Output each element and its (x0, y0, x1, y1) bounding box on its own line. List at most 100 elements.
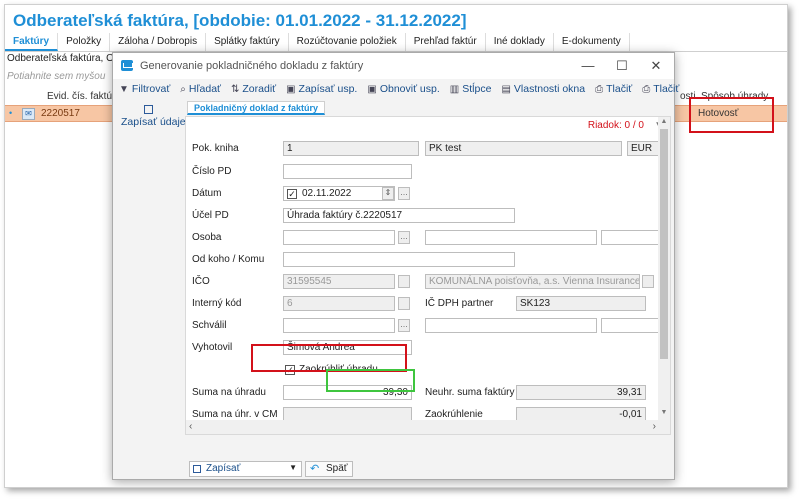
row-doc-icon[interactable]: ✉ (22, 108, 35, 120)
back-arrow-icon: ↶ (310, 463, 320, 475)
datum-spinner-icon[interactable]: ⇕ (382, 187, 394, 200)
interny-kod-button[interactable] (398, 297, 410, 310)
print-button-2[interactable]: ⎙ Tlačiť (642, 83, 679, 95)
cislo-pd-label: Číslo PD (192, 166, 232, 177)
tab-polozky[interactable]: Položky (58, 33, 111, 51)
row-invoice-number: 2220517 (41, 108, 80, 119)
search-icon: ⌕ (180, 83, 186, 95)
maximize-icon[interactable]: ☐ (607, 56, 637, 76)
save-action-select[interactable]: Zapísať ▼ (189, 461, 302, 477)
pok-kniha-field[interactable]: 1 (283, 141, 419, 156)
amount-highlight-box (326, 369, 415, 392)
close-icon[interactable]: ✕ (641, 56, 671, 76)
back-button[interactable]: ↶ Späť (305, 461, 353, 477)
datum-field[interactable]: ✓ 02.11.2022 (283, 186, 395, 201)
tab-zaloha-dobropis[interactable]: Záloha / Dobropis (110, 33, 207, 51)
print-button[interactable]: ⎙ Tlačiť (595, 83, 632, 95)
floppy-disk-icon (193, 465, 201, 473)
scroll-left-icon[interactable]: ‹ (189, 421, 192, 432)
schvalil-lookup-button[interactable]: … (398, 319, 410, 332)
datum-label: Dátum (192, 188, 222, 199)
minimize-icon[interactable]: — (573, 56, 603, 76)
ico-partner-button[interactable] (642, 275, 654, 288)
ico-lookup-button[interactable] (398, 275, 410, 288)
horizontal-scrollbar[interactable]: ‹ › (186, 420, 670, 434)
print-icon: ⎙ (595, 83, 604, 95)
payment-highlight-box (689, 97, 774, 133)
ico-partner-name: KOMUNÁLNA poisťovňa, a.s. Vienna Insuran… (425, 274, 640, 289)
osoba-label: Osoba (192, 232, 222, 243)
osoba-name-field[interactable] (425, 230, 597, 245)
filter-button[interactable]: ▼ Filtrovať (119, 83, 170, 95)
datum-picker-button[interactable]: … (398, 187, 410, 200)
pok-kniha-label: Pok. kniha (192, 143, 239, 154)
schvalil-extra-field[interactable] (601, 318, 663, 333)
grid-caption: Odberateľská faktúra, Obc (7, 53, 125, 64)
generate-cash-doc-dialog: Generovanie pokladničného dokladu z fakt… (112, 52, 679, 480)
window-properties-button[interactable]: ▤ Vlastnosti okna (501, 83, 585, 95)
osoba-extra-field[interactable] (601, 230, 663, 245)
tab-prehlad[interactable]: Prehľad faktúr (406, 33, 486, 51)
vyhotovil-label: Vyhotovil (192, 342, 233, 353)
interny-kod-field: 6 (283, 296, 395, 311)
osoba-lookup-button[interactable]: … (398, 231, 410, 244)
app-icon (121, 60, 133, 71)
schvalil-field[interactable] (283, 318, 395, 333)
search-button[interactable]: ⌕ Hľadať (180, 83, 221, 95)
filter-icon: ▼ (119, 83, 129, 95)
tab-e-dokumenty[interactable]: E-dokumenty (554, 33, 630, 51)
scroll-right-icon[interactable]: › (653, 421, 656, 432)
columns-button[interactable]: ▥ Stĺpce (450, 83, 492, 95)
od-koho-label: Od koho / Komu (192, 254, 265, 265)
ucel-field[interactable]: Úhrada faktúry č.2220517 (283, 208, 515, 223)
group-drag-hint: Potiahnite sem myšou (7, 71, 106, 82)
osoba-field[interactable] (283, 230, 395, 245)
form-panel: Riadok: 0 / 0 ▼ Pok. kniha 1 PK test EUR… (185, 116, 671, 435)
tab-ine-doklady[interactable]: Iné doklady (486, 33, 554, 51)
datum-checkbox[interactable]: ✓ (287, 189, 297, 199)
sort-icon: ⇅ (231, 83, 240, 95)
save-layout-button[interactable]: ▣ Zapísať usp. (286, 83, 357, 95)
save-layout-icon: ▣ (286, 83, 296, 95)
interny-kod-label: Interný kód (192, 298, 242, 309)
sort-button[interactable]: ⇅ Zoradiť (231, 83, 276, 95)
cislo-pd-field[interactable] (283, 164, 412, 179)
main-tabs: Faktúry Položky Záloha / Dobropis Splátk… (5, 33, 787, 52)
floppy-disk-icon[interactable] (144, 105, 153, 114)
schvalil-name-field[interactable] (425, 318, 597, 333)
ucel-label: Účel PD (192, 210, 229, 221)
row-counter: Riadok: 0 / 0 (587, 120, 644, 131)
tab-splatky[interactable]: Splátky faktúry (206, 33, 289, 51)
save-data-button[interactable]: Zapísať údaje (121, 116, 186, 128)
neuhr-field: 39,31 (516, 385, 646, 400)
properties-icon: ▤ (501, 83, 511, 95)
restore-layout-button[interactable]: ▣ Obnoviť usp. (367, 83, 439, 95)
dialog-titlebar: Generovanie pokladničného dokladu z fakt… (113, 53, 674, 79)
tab-rozuctovanie[interactable]: Rozúčtovanie položiek (289, 33, 406, 51)
columns-icon: ▥ (449, 83, 460, 95)
dialog-toolbar: ▼ Filtrovať ⌕ Hľadať ⇅ Zoradiť ▣ Zapísať usp… (113, 79, 679, 99)
col-header-evid[interactable]: Evid. čís. faktúry (47, 91, 120, 102)
scroll-up-icon[interactable]: ▲ (658, 118, 670, 128)
pok-kniha-name-field: PK test (425, 141, 622, 156)
scroll-down-icon[interactable]: ▼ (658, 409, 670, 419)
schvalil-label: Schválil (192, 320, 227, 331)
ico-field: 31595545 (283, 274, 395, 289)
vertical-scrollbar[interactable]: ▲ ▼ (658, 117, 670, 420)
app-title: Odberateľská faktúra, [obdobie: 01.01.20… (13, 11, 467, 30)
tab-cash-doc[interactable]: Pokladničný doklad z faktúry (187, 101, 326, 115)
dialog-title: Generovanie pokladničného dokladu z fakt… (140, 60, 364, 72)
tab-faktury[interactable]: Faktúry (5, 33, 59, 51)
scroll-thumb[interactable] (660, 129, 668, 359)
dialog-footer: Zapísať ▼ ↶ Späť (185, 437, 671, 477)
rounding-highlight-box (251, 344, 407, 372)
restore-layout-icon: ▣ (367, 83, 377, 95)
ico-label: IČO (192, 276, 210, 287)
suma-cm-label: Suma na úhr. v CM (192, 409, 278, 420)
neuhr-label: Neuhr. suma faktúry (425, 387, 515, 398)
chevron-down-icon: ▼ (289, 463, 297, 472)
row-indicator-icon: • (9, 108, 13, 118)
od-koho-field[interactable] (283, 252, 515, 267)
screenshot-frame: Odberateľská faktúra, [obdobie: 01.01.20… (4, 4, 788, 488)
zaokruhlenie-label: Zaokrúhlenie (425, 409, 483, 420)
